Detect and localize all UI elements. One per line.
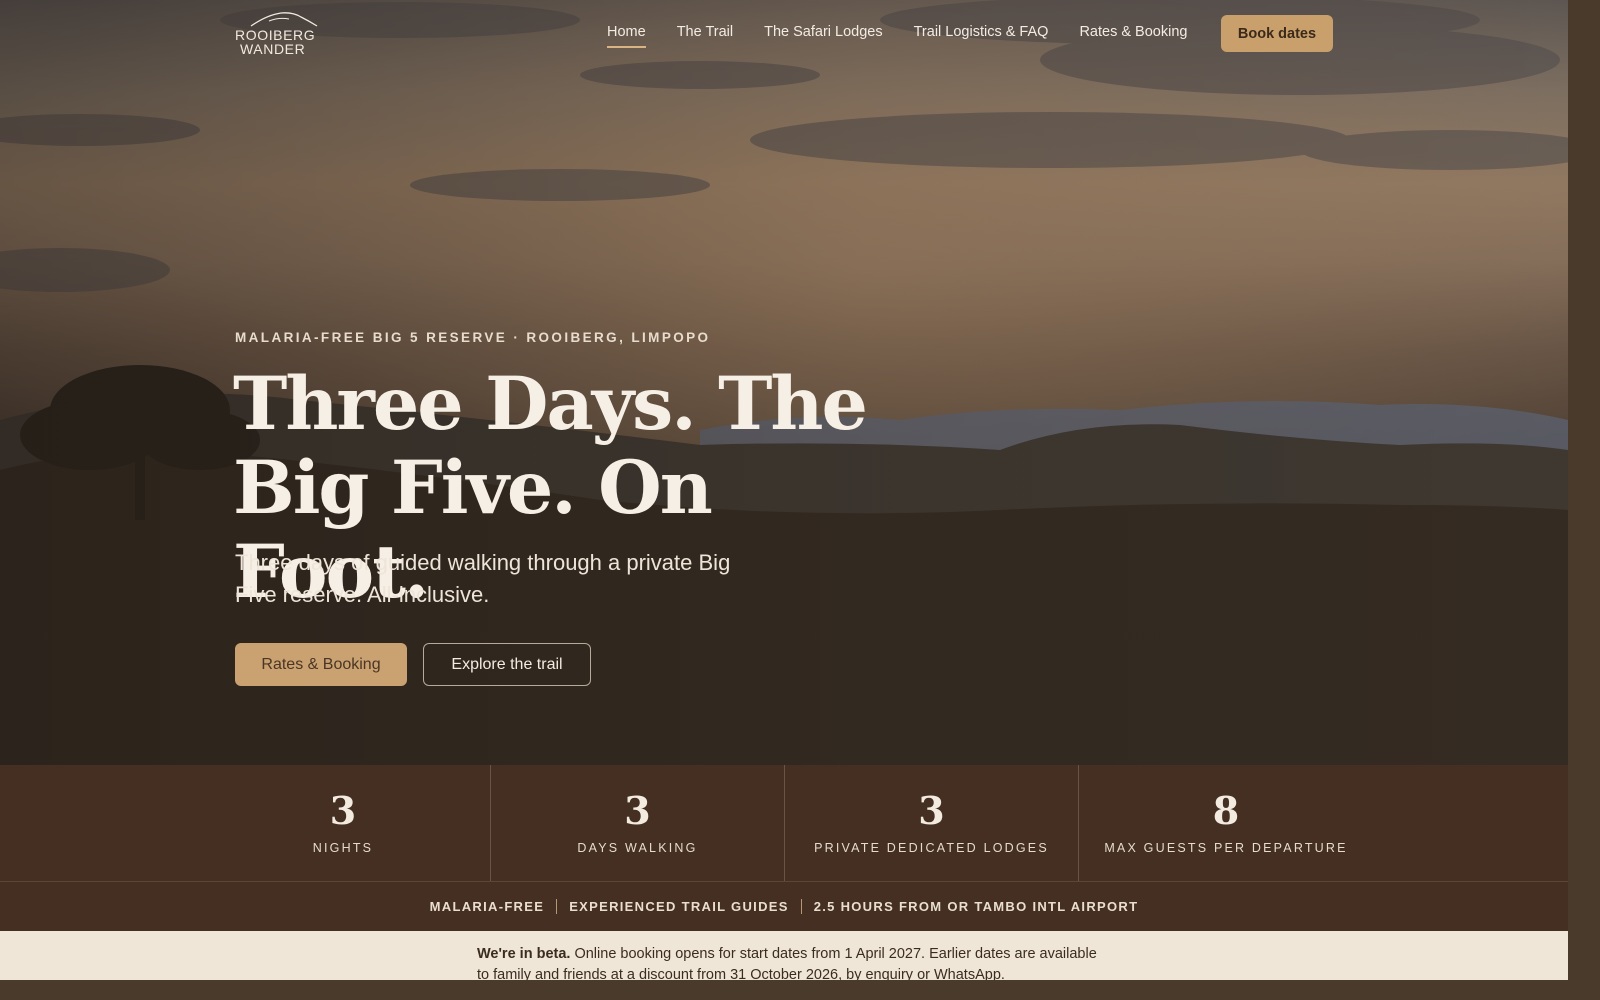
beta-notice-body: Online booking opens for start dates fro…	[477, 946, 1097, 980]
nav-link-home[interactable]: Home	[607, 24, 646, 48]
stat-value: 8	[1212, 788, 1240, 833]
stat-lodges: 3 PRIVATE DEDICATED LODGES	[785, 765, 1078, 882]
stat-max-guests: 8 MAX GUESTS PER DEPARTURE	[1079, 765, 1373, 882]
stat-label: DAYS WALKING	[577, 841, 698, 855]
stat-label: NIGHTS	[312, 841, 374, 855]
brand-name-line2: WANDER	[240, 41, 306, 57]
beta-notice-text: We're in beta. Online booking opens for …	[477, 944, 1097, 980]
hero-subhead: Three days of guided walking through a p…	[235, 550, 731, 607]
brand-name-line1: ROOIBERG	[235, 27, 316, 43]
top-navigation: ROOIBERG WANDER Home The Trail The Safar…	[0, 0, 1568, 68]
hero-eyebrow: MALARIA-FREE BIG 5 RESERVE · ROOIBERG, L…	[235, 330, 711, 345]
stat-value: 3	[329, 788, 357, 833]
nav-links: Home The Trail The Safari Lodges Trail L…	[607, 24, 1218, 48]
rates-booking-button[interactable]: Rates & Booking	[235, 643, 407, 686]
feature-separator	[800, 899, 802, 914]
nav-link-logistics-faq[interactable]: Trail Logistics & FAQ	[914, 24, 1049, 40]
feature-malaria-free: MALARIA-FREE	[429, 899, 545, 914]
feature-airport-distance: 2.5 HOURS FROM OR TAMBO INTL AIRPORT	[813, 899, 1139, 914]
features-strip: MALARIA-FREE EXPERIENCED TRAIL GUIDES 2.…	[0, 882, 1568, 931]
nav-link-rates-booking[interactable]: Rates & Booking	[1079, 24, 1187, 40]
stats-bar: 3 NIGHTS 3 DAYS WALKING 3 PRIVATE DEDICA…	[0, 765, 1568, 882]
stat-value: 3	[624, 788, 651, 833]
stat-label: PRIVATE DEDICATED LODGES	[814, 841, 1049, 855]
mountain-logo-icon	[250, 12, 318, 27]
stat-label: MAX GUESTS PER DEPARTURE	[1104, 841, 1348, 855]
beta-notice: We're in beta. Online booking opens for …	[0, 931, 1568, 980]
stat-nights: 3 NIGHTS	[196, 765, 490, 882]
explore-trail-button[interactable]: Explore the trail	[423, 643, 591, 686]
stat-days-walking: 3 DAYS WALKING	[491, 765, 784, 882]
book-dates-button[interactable]: Book dates	[1221, 15, 1333, 52]
feature-trail-guides: EXPERIENCED TRAIL GUIDES	[569, 899, 789, 914]
brand-logo[interactable]: ROOIBERG WANDER	[235, 11, 325, 57]
nav-link-the-trail[interactable]: The Trail	[677, 24, 733, 40]
nav-link-safari-lodges[interactable]: The Safari Lodges	[764, 24, 883, 40]
stat-value: 3	[918, 788, 945, 833]
feature-separator	[556, 899, 558, 914]
hero-section: ROOIBERG WANDER Home The Trail The Safar…	[0, 0, 1568, 765]
beta-notice-lead: We're in beta.	[477, 946, 571, 962]
